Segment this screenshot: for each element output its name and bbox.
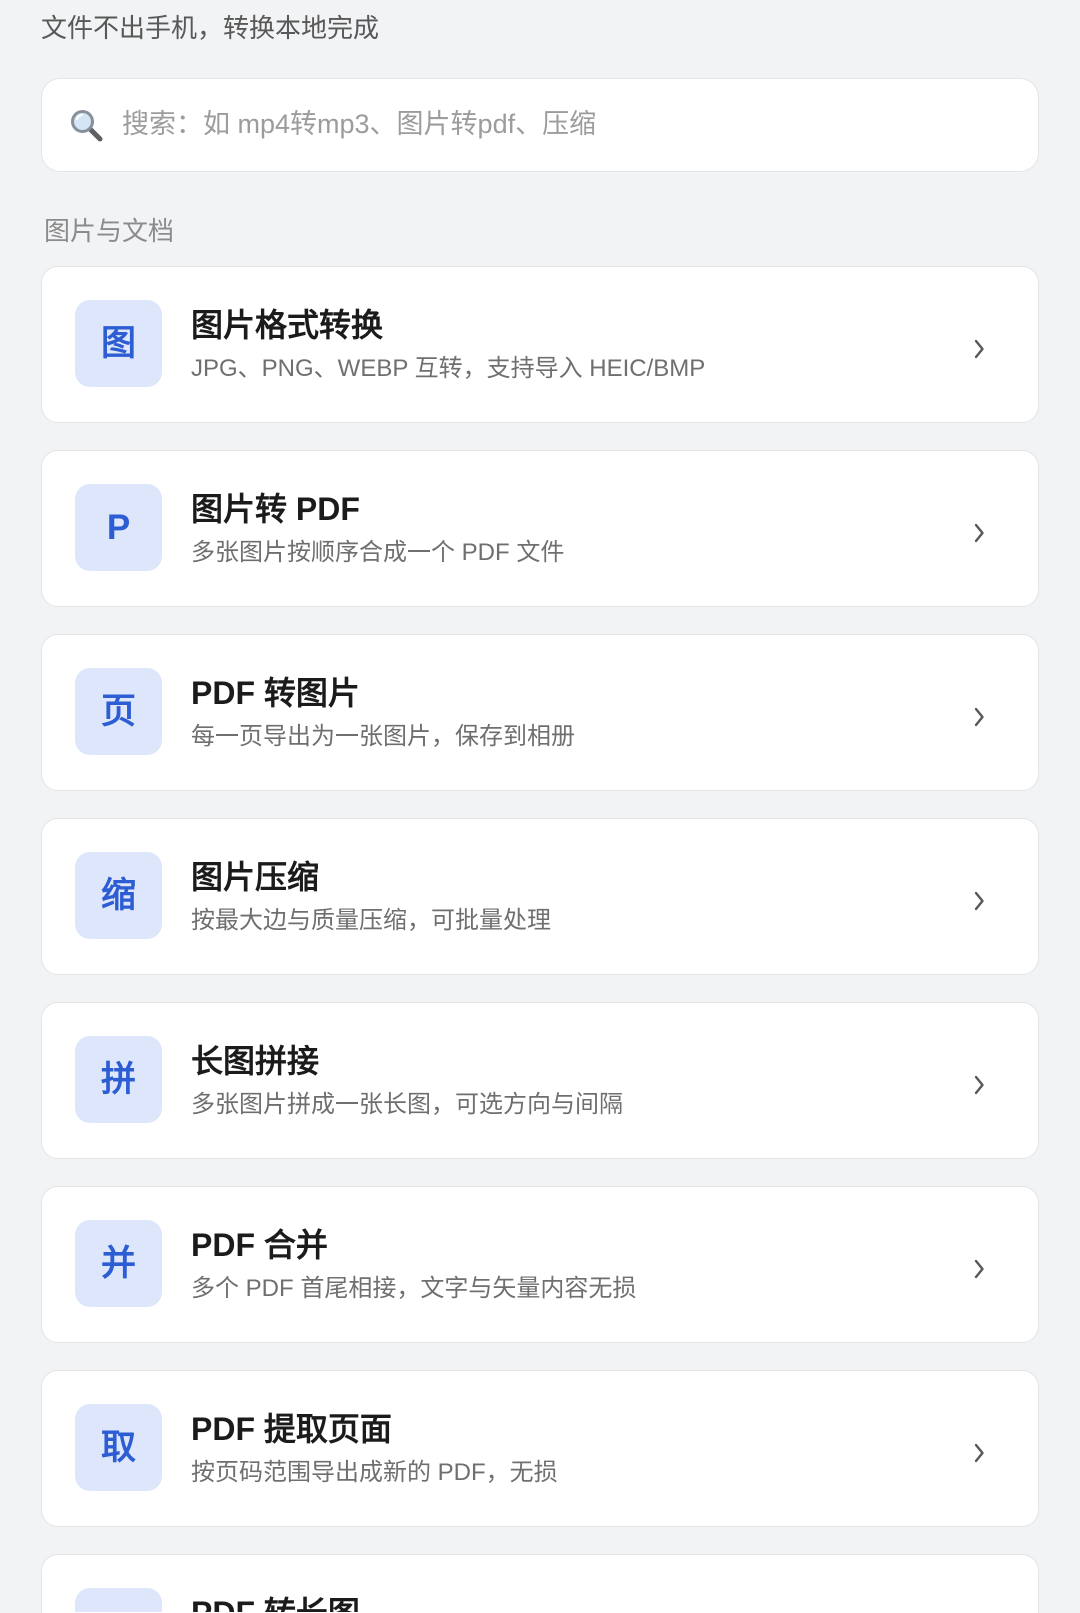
tool-card[interactable]: 取 PDF 提取页面按页码范围导出成新的 PDF，无损 xyxy=(41,1370,1039,1527)
tool-icon-badge: 图 xyxy=(75,300,162,387)
tool-title: PDF 转图片 xyxy=(191,675,360,711)
tool-card[interactable]: PDF 转长图 xyxy=(41,1554,1039,1613)
chevron-right-icon xyxy=(974,523,984,543)
chevron-right-icon xyxy=(974,891,984,911)
tool-icon-badge: 拼 xyxy=(75,1036,162,1123)
chevron-right-icon xyxy=(974,1259,984,1279)
tool-icon-badge: 缩 xyxy=(75,852,162,939)
tool-icon-badge: P xyxy=(75,484,162,571)
tool-card[interactable]: 缩图片压缩按最大边与质量压缩，可批量处理 xyxy=(41,818,1039,975)
tool-subtitle: 多张图片按顺序合成一个 PDF 文件 xyxy=(191,539,565,566)
tagline: 文件不出手机，转换本地完成 xyxy=(41,13,380,43)
tool-subtitle: 按最大边与质量压缩，可批量处理 xyxy=(191,907,551,934)
search-input[interactable] xyxy=(122,79,1002,170)
tool-card[interactable]: 图图片格式转换 JPG、PNG、WEBP 互转，支持导入 HEIC/BMP xyxy=(41,266,1039,423)
tool-card[interactable]: 并 PDF 合并多个 PDF 首尾相接，文字与矢量内容无损 xyxy=(41,1186,1039,1343)
tool-title: PDF 合并 xyxy=(191,1227,328,1263)
tool-title: 长图拼接 xyxy=(191,1043,320,1079)
tool-subtitle: 多个 PDF 首尾相接，文字与矢量内容无损 xyxy=(191,1275,637,1302)
section-heading: 图片与文档 xyxy=(44,216,175,246)
tool-icon-badge: 页 xyxy=(75,668,162,755)
tool-subtitle: 按页码范围导出成新的 PDF，无损 xyxy=(191,1459,558,1486)
tool-subtitle: 每一页导出为一张图片，保存到相册 xyxy=(191,723,575,750)
chevron-right-icon xyxy=(974,707,984,727)
chevron-right-icon xyxy=(974,1443,984,1463)
tool-icon-badge: 并 xyxy=(75,1220,162,1307)
tool-card[interactable]: 页 PDF 转图片每一页导出为一张图片，保存到相册 xyxy=(41,634,1039,791)
chevron-right-icon xyxy=(974,1075,984,1095)
tool-icon-badge: 取 xyxy=(75,1404,162,1491)
tool-card[interactable]: 拼长图拼接多张图片拼成一张长图，可选方向与间隔 xyxy=(41,1002,1039,1159)
chevron-right-icon xyxy=(974,339,984,359)
tool-title: 图片压缩 xyxy=(191,859,320,895)
search-box[interactable] xyxy=(41,78,1039,172)
tool-icon-badge xyxy=(75,1588,162,1612)
tool-list: 图图片格式转换 JPG、PNG、WEBP 互转，支持导入 HEIC/BMP P 图片转… xyxy=(41,266,1039,1613)
tool-title: 图片格式转换 xyxy=(191,307,384,343)
tool-subtitle: 多张图片拼成一张长图，可选方向与间隔 xyxy=(191,1091,623,1118)
tool-title: 图片转 PDF xyxy=(191,491,360,527)
search-icon xyxy=(71,110,103,142)
tool-card[interactable]: P 图片转 PDF 多张图片按顺序合成一个 PDF 文件 xyxy=(41,450,1039,607)
tool-title: PDF 转长图 xyxy=(191,1593,360,1612)
tool-title: PDF 提取页面 xyxy=(191,1411,392,1447)
tool-subtitle: JPG、PNG、WEBP 互转，支持导入 HEIC/BMP xyxy=(191,355,706,382)
